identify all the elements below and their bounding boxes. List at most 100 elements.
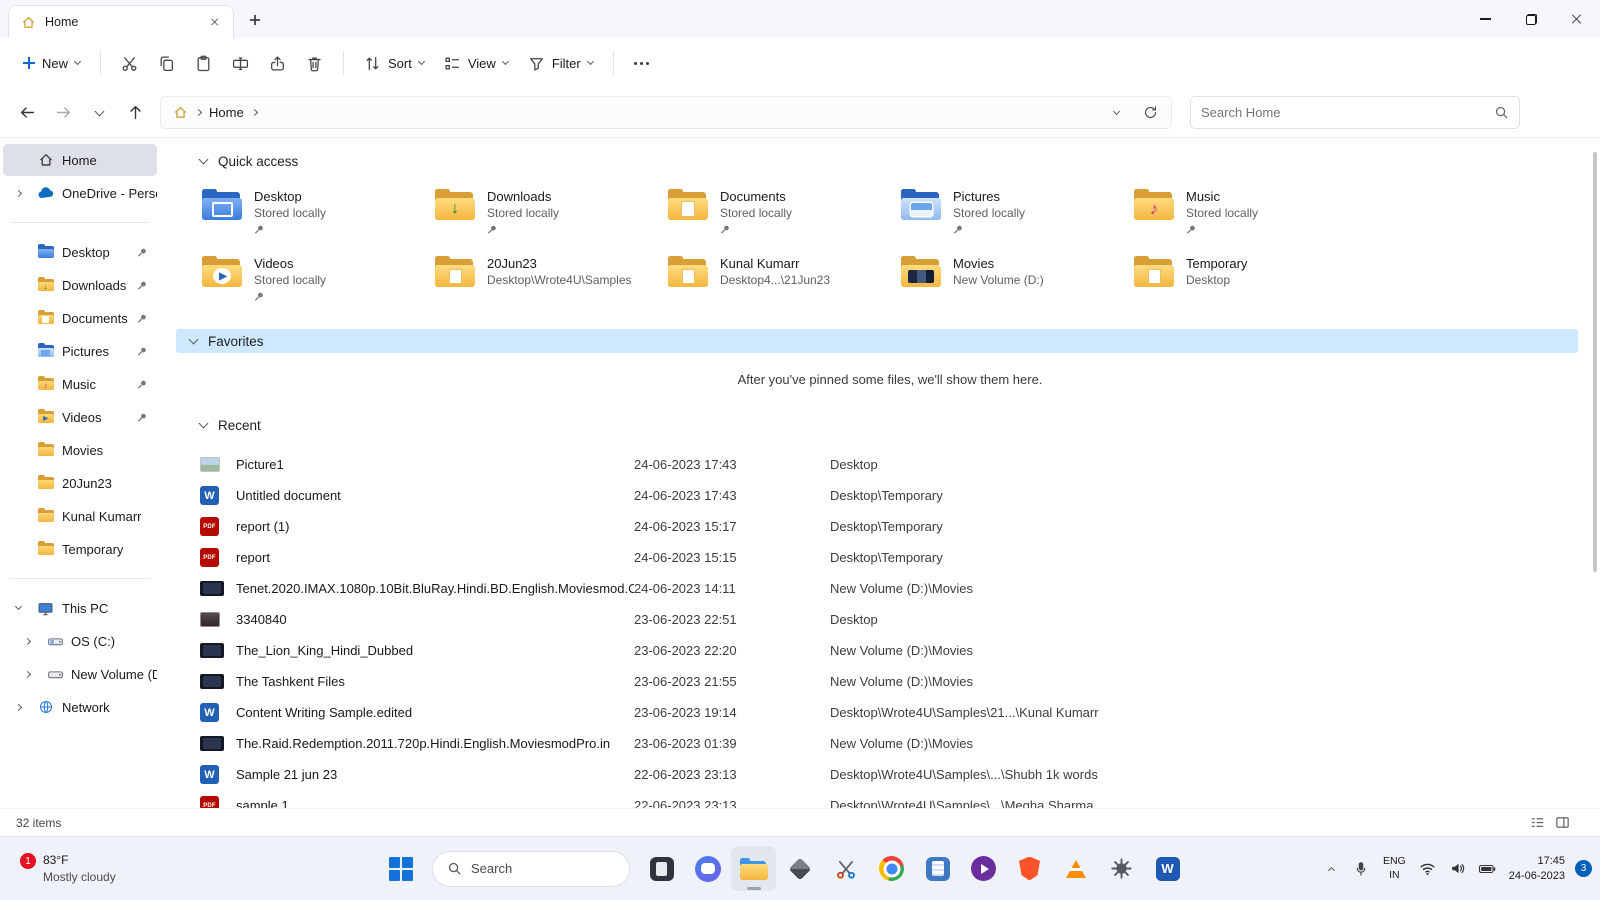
paste-button[interactable]	[186, 48, 221, 79]
sidebar-item-music[interactable]: Music	[3, 368, 157, 400]
sidebar-item-documents[interactable]: Documents	[3, 302, 157, 334]
wifi-icon[interactable]	[1414, 849, 1441, 889]
forward-button[interactable]	[46, 96, 80, 130]
share-button[interactable]	[260, 48, 295, 79]
sidebar-item-kunal-kumarr[interactable]: Kunal Kumarr	[3, 500, 157, 532]
refresh-button[interactable]	[1137, 100, 1163, 126]
recent-file-row[interactable]: sample 1 22-06-2023 23:13 Desktop\Wrote4…	[200, 790, 1580, 808]
sidebar-item-videos[interactable]: Videos	[3, 401, 157, 433]
microphone-icon[interactable]	[1348, 849, 1375, 889]
quick-access-card-pictures[interactable]: PicturesStored locally	[899, 187, 1125, 238]
quick-access-section-header[interactable]: Quick access	[200, 150, 1580, 172]
quick-access-card-temporary[interactable]: TemporaryDesktop	[1132, 254, 1358, 305]
chevron-right-icon[interactable]	[24, 670, 31, 677]
recent-file-row[interactable]: Picture1 24-06-2023 17:43 Desktop	[200, 449, 1580, 480]
settings-icon[interactable]	[1099, 846, 1144, 891]
copy-button[interactable]	[149, 48, 184, 79]
scrollbar-thumb[interactable]	[1593, 152, 1597, 572]
close-button[interactable]	[1554, 0, 1600, 38]
new-button[interactable]: New	[14, 49, 89, 78]
quick-access-card-movies[interactable]: MoviesNew Volume (D:)	[899, 254, 1125, 305]
recent-file-row[interactable]: Untitled document 24-06-2023 17:43 Deskt…	[200, 480, 1580, 511]
rename-button[interactable]	[223, 48, 258, 79]
taskbar-search[interactable]: Search	[432, 851, 630, 887]
volume-icon[interactable]	[1444, 849, 1471, 889]
sidebar-item-temporary[interactable]: Temporary	[3, 533, 157, 565]
chevron-right-icon[interactable]	[15, 189, 22, 196]
cube-app-icon[interactable]	[777, 846, 822, 891]
filter-button[interactable]: Filter	[519, 48, 602, 79]
quick-access-card-videos[interactable]: VideosStored locally	[200, 254, 426, 305]
recent-file-row[interactable]: The Tashkent Files 23-06-2023 21:55 New …	[200, 666, 1580, 697]
recent-file-row[interactable]: The_Lion_King_Hindi_Dubbed 23-06-2023 22…	[200, 635, 1580, 666]
sidebar-item-os-c[interactable]: OS (C:)	[3, 625, 157, 657]
word-icon[interactable]	[1145, 846, 1190, 891]
snipping-tool-icon[interactable]	[823, 846, 868, 891]
sidebar-item-home[interactable]: Home	[3, 144, 157, 176]
recent-file-row[interactable]: report (1) 24-06-2023 15:17 Desktop\Temp…	[200, 511, 1580, 542]
sidebar-item-pictures[interactable]: Pictures	[3, 335, 157, 367]
recent-file-row[interactable]: Tenet.2020.IMAX.1080p.10Bit.BluRay.Hindi…	[200, 573, 1580, 604]
tab-close-icon[interactable]	[205, 12, 225, 32]
chrome-icon[interactable]	[869, 846, 914, 891]
sidebar-item-new-volume-d[interactable]: New Volume (D:)	[3, 658, 157, 690]
new-tab-button[interactable]	[240, 6, 270, 34]
language-indicator[interactable]: ENG IN	[1378, 855, 1411, 881]
minimize-button[interactable]	[1462, 0, 1508, 38]
recent-file-row[interactable]: Content Writing Sample.edited 23-06-2023…	[200, 697, 1580, 728]
sidebar-item-20jun23[interactable]: 20Jun23	[3, 467, 157, 499]
chat-icon[interactable]	[685, 846, 730, 891]
quick-access-card-downloads[interactable]: DownloadsStored locally	[433, 187, 659, 238]
sidebar-item-movies[interactable]: Movies	[3, 434, 157, 466]
address-dropdown-button[interactable]	[1103, 100, 1129, 126]
quick-access-card-kunal-kumarr[interactable]: Kunal KumarrDesktop4...\21Jun23	[666, 254, 892, 305]
details-view-icon[interactable]	[1530, 815, 1545, 830]
sort-button[interactable]: Sort	[355, 48, 433, 79]
favorites-section-header[interactable]: Favorites	[176, 329, 1578, 353]
quick-access-card-desktop[interactable]: DesktopStored locally	[200, 187, 426, 238]
notification-count-badge[interactable]: 3	[1575, 860, 1592, 877]
quick-access-card-documents[interactable]: DocumentsStored locally	[666, 187, 892, 238]
search-box[interactable]	[1190, 96, 1520, 129]
sidebar-item-this-pc[interactable]: This PC	[3, 592, 157, 624]
clock[interactable]: 17:45 24-06-2023	[1509, 854, 1565, 883]
recent-locations-button[interactable]	[82, 96, 116, 130]
large-thumbnails-view-icon[interactable]	[1555, 815, 1570, 830]
cut-button[interactable]	[112, 48, 147, 79]
quick-access-card-20jun23[interactable]: 20Jun23Desktop\Wrote4U\Samples	[433, 254, 659, 305]
start-button[interactable]	[378, 846, 423, 891]
calculator-icon[interactable]	[915, 846, 960, 891]
more-options-button[interactable]	[625, 54, 658, 73]
sidebar-item-desktop[interactable]: Desktop	[3, 236, 157, 268]
recent-file-row[interactable]: report 24-06-2023 15:15 Desktop\Temporar…	[200, 542, 1580, 573]
recent-section-header[interactable]: Recent	[200, 414, 1580, 436]
sidebar-item-onedrive[interactable]: OneDrive - Persona	[3, 177, 157, 209]
vlc-icon[interactable]	[1053, 846, 1098, 891]
view-button[interactable]: View	[435, 48, 517, 79]
battery-icon[interactable]	[1474, 849, 1501, 889]
brave-icon[interactable]	[1007, 846, 1052, 891]
show-hidden-icons-button[interactable]	[1318, 849, 1345, 889]
chevron-right-icon[interactable]	[15, 703, 22, 710]
media-app-icon[interactable]	[961, 846, 1006, 891]
vertical-scrollbar[interactable]	[1591, 144, 1598, 802]
search-input[interactable]	[1201, 105, 1486, 120]
recent-file-row[interactable]: 3340840 23-06-2023 22:51 Desktop	[200, 604, 1580, 635]
file-explorer-icon[interactable]	[731, 846, 776, 891]
weather-widget[interactable]: 1 83°F Mostly cloudy	[10, 846, 126, 890]
quick-access-card-music[interactable]: MusicStored locally	[1132, 187, 1358, 238]
chevron-down-icon[interactable]	[15, 603, 22, 610]
tab-home[interactable]: Home	[8, 5, 234, 38]
up-button[interactable]	[118, 96, 152, 130]
dark-app-icon[interactable]	[639, 846, 684, 891]
maximize-restore-button[interactable]	[1508, 0, 1554, 38]
back-button[interactable]	[10, 96, 44, 130]
delete-button[interactable]	[297, 48, 332, 79]
address-bar[interactable]: Home	[160, 96, 1172, 129]
chevron-right-icon[interactable]	[24, 637, 31, 644]
breadcrumb-home[interactable]: Home	[209, 105, 244, 120]
sidebar-item-network[interactable]: Network	[3, 691, 157, 723]
recent-file-row[interactable]: Sample 21 jun 23 22-06-2023 23:13 Deskto…	[200, 759, 1580, 790]
sidebar-item-downloads[interactable]: Downloads	[3, 269, 157, 301]
recent-file-row[interactable]: The.Raid.Redemption.2011.720p.Hindi.Engl…	[200, 728, 1580, 759]
